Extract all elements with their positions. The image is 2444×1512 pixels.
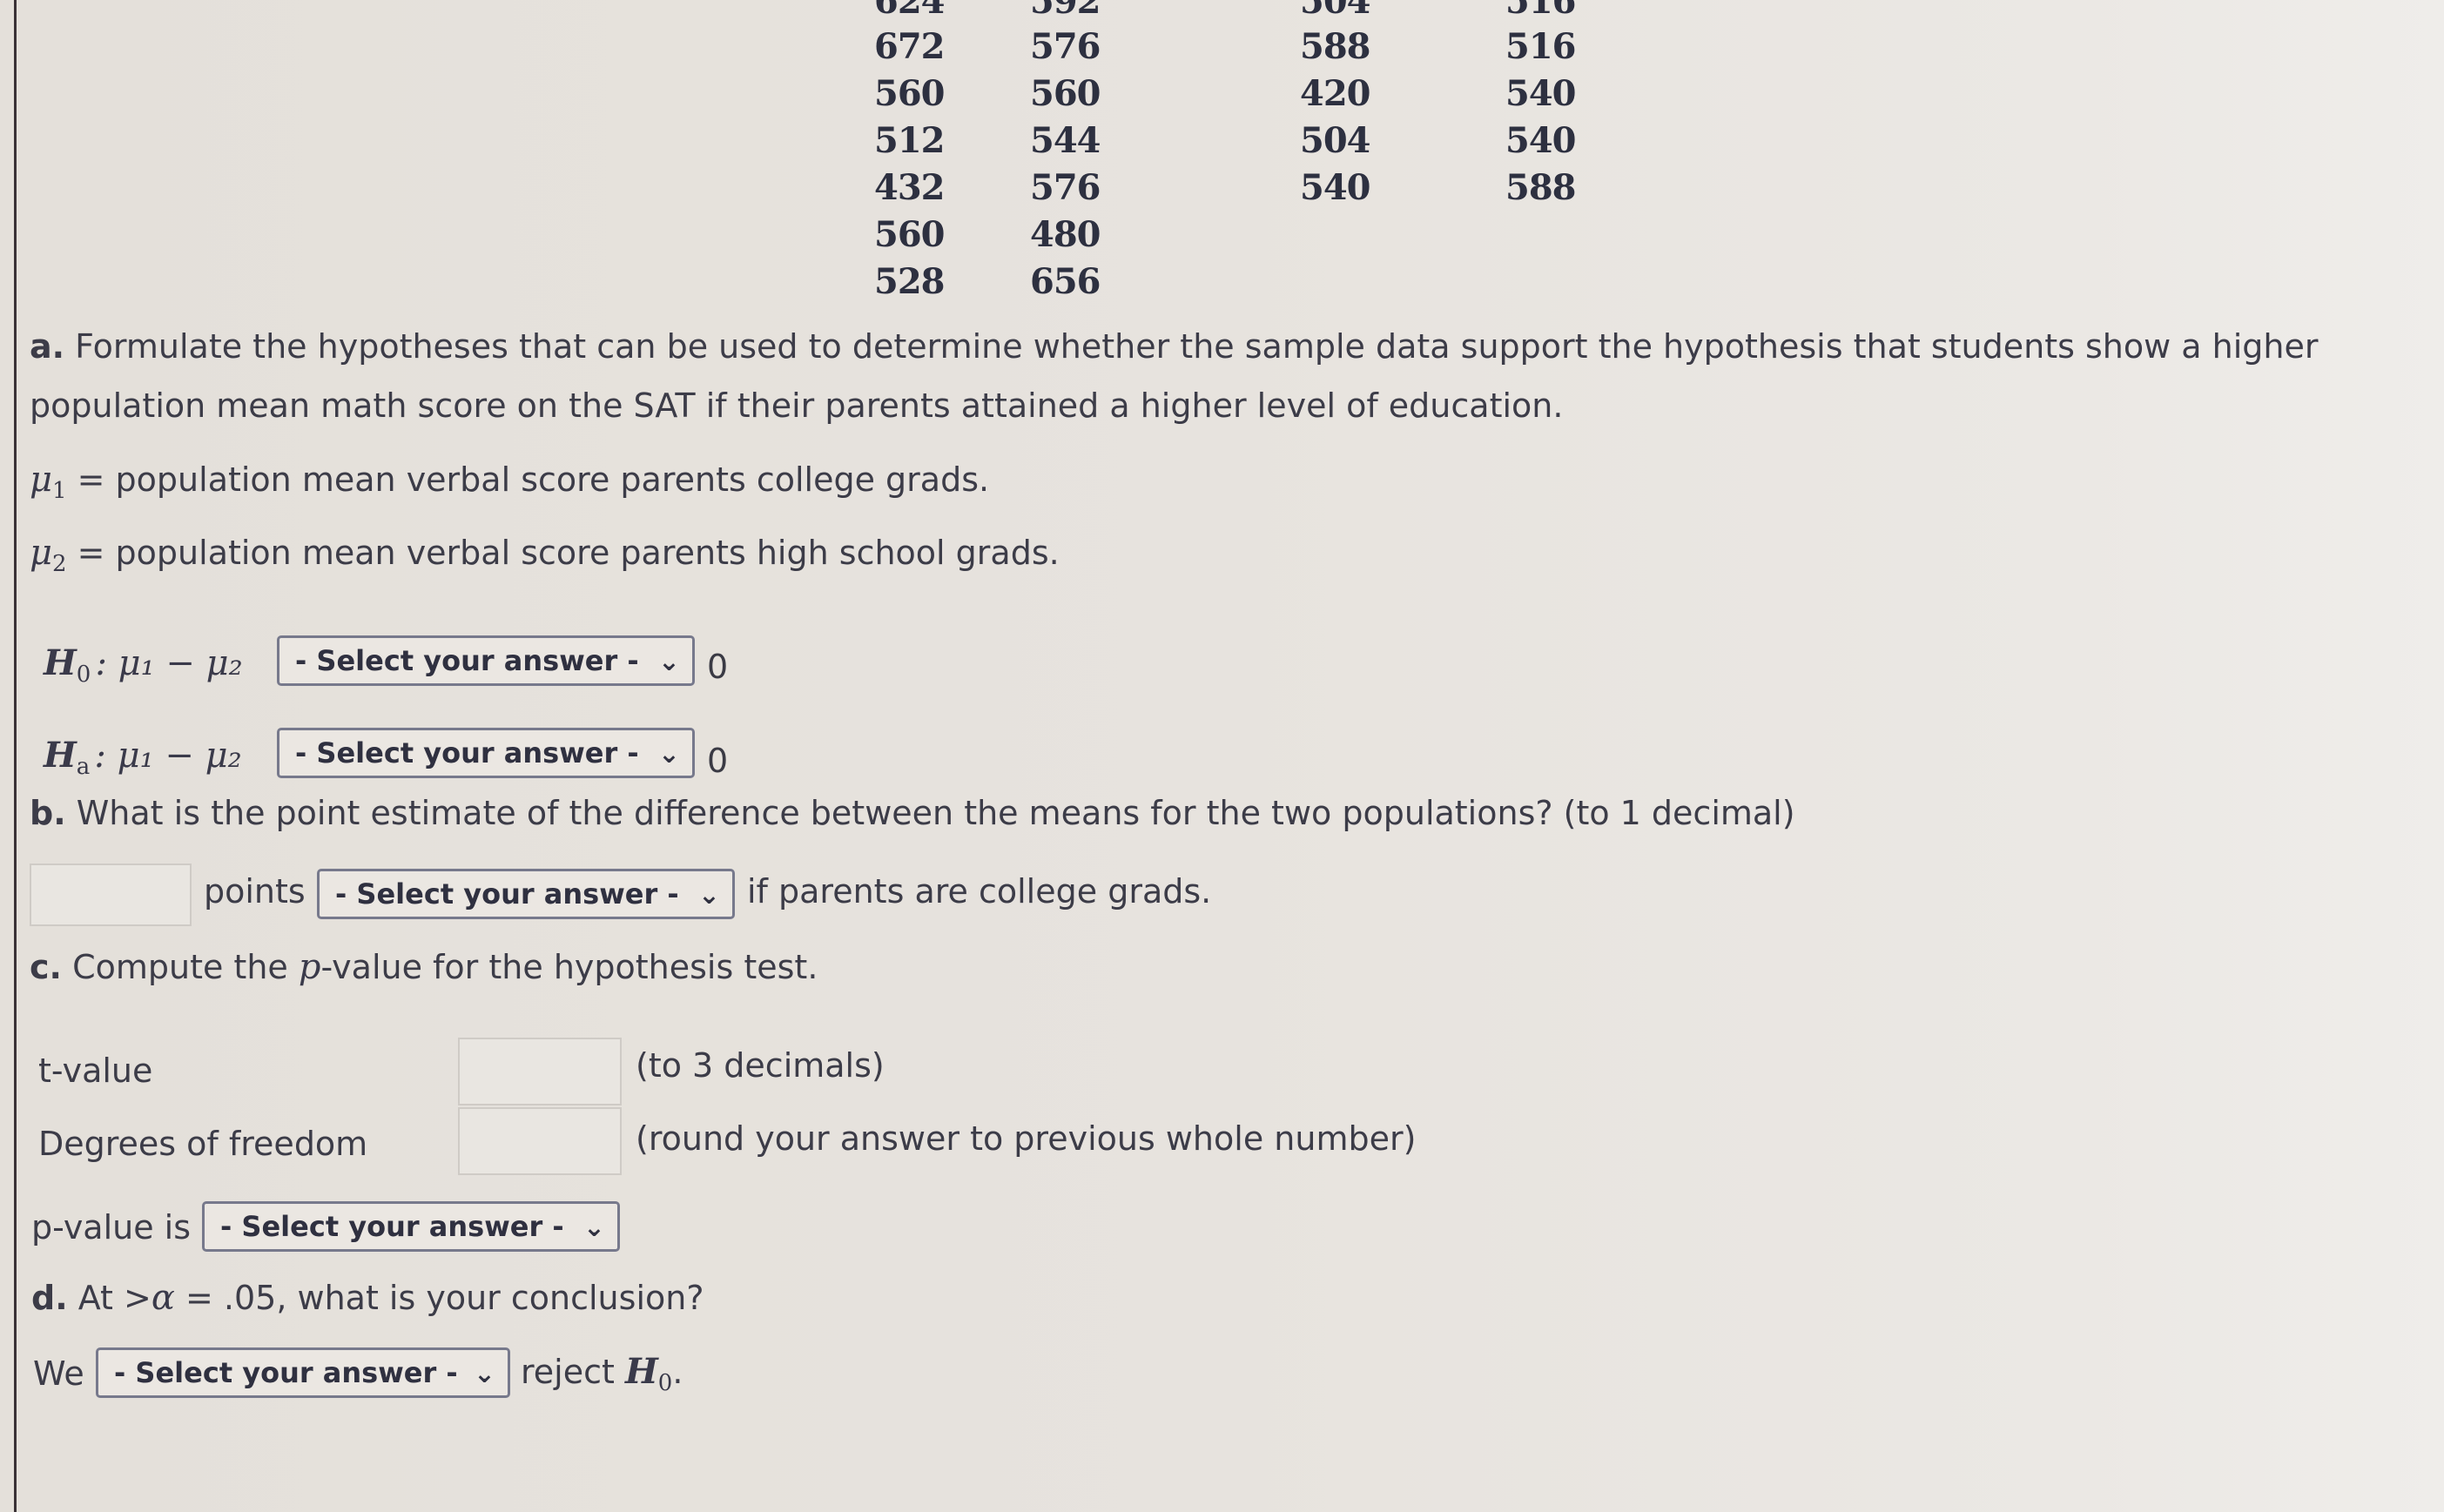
- p-value-select[interactable]: - Select your answer - ⌄: [202, 1201, 620, 1252]
- ha-label: Ha : μ₁ − μ₂: [44, 735, 242, 780]
- data-cell: 420: [1300, 73, 1370, 114]
- ha-expression: : μ₁ − μ₂: [94, 736, 242, 776]
- data-cell: 516: [1505, 26, 1576, 67]
- chevron-down-icon: ⌄: [697, 880, 720, 911]
- ha-select-value: - Select your answer -: [295, 736, 639, 769]
- chevron-down-icon: ⌄: [473, 1359, 495, 1389]
- chevron-down-icon: ⌄: [582, 1213, 605, 1243]
- part-a-label: a.: [30, 327, 65, 366]
- mu2-definition-text: = population mean verbal score parents h…: [77, 534, 1060, 572]
- h0-subscript: 0: [76, 662, 91, 688]
- data-cell: 560: [874, 214, 945, 255]
- dof-label: Degrees of freedom: [38, 1125, 368, 1163]
- part-a-question: a. Formulate the hypotheses that can be …: [30, 327, 2319, 366]
- data-cell: 588: [1300, 26, 1370, 67]
- data-cell-partial: 516: [1505, 0, 1576, 22]
- h0-expression: : μ₁ − μ₂: [95, 643, 243, 683]
- mu2-symbol: μ2: [30, 533, 67, 577]
- degrees-of-freedom-input[interactable]: [458, 1107, 622, 1175]
- data-cell: 540: [1300, 167, 1370, 208]
- mu1-definition-text: = population mean verbal score parents c…: [77, 460, 990, 499]
- t-value-hint: (to 3 decimals): [636, 1046, 885, 1085]
- h0-subscript: 0: [657, 1370, 673, 1396]
- p-symbol: p: [298, 947, 321, 987]
- mu2-definition: μ2 = population mean verbal score parent…: [30, 533, 1060, 577]
- part-b-label: b.: [30, 794, 66, 832]
- t-value-label: t-value: [38, 1052, 153, 1090]
- part-d-label: d.: [31, 1279, 68, 1317]
- dof-hint: (round your answer to previous whole num…: [636, 1119, 1417, 1158]
- point-estimate-direction-select[interactable]: - Select your answer - ⌄: [317, 869, 735, 919]
- data-cell: 560: [1030, 73, 1101, 114]
- ha-operator-select[interactable]: - Select your answer - ⌄: [277, 728, 695, 778]
- conclusion-select[interactable]: - Select your answer - ⌄: [96, 1347, 510, 1398]
- points-label: points: [204, 872, 306, 911]
- t-value-input[interactable]: [458, 1038, 622, 1105]
- p-value-label: p-value is: [31, 1208, 192, 1247]
- part-c-text-post: -value for the hypothesis test.: [320, 948, 818, 986]
- data-cell: 560: [874, 73, 945, 114]
- data-cell: 432: [874, 167, 945, 208]
- ha-symbol: H: [44, 735, 77, 776]
- data-cell: 656: [1030, 261, 1101, 302]
- chevron-down-icon: ⌄: [657, 739, 680, 769]
- data-cell: 672: [874, 26, 945, 67]
- h0-select-value: - Select your answer -: [295, 644, 639, 677]
- chevron-down-icon: ⌄: [657, 647, 680, 677]
- left-border-divider: [14, 0, 17, 1512]
- conclusion-select-value: - Select your answer -: [114, 1356, 458, 1389]
- part-a-text-line1: Formulate the hypotheses that can be use…: [75, 327, 2319, 366]
- ha-rhs-value: 0: [707, 742, 729, 780]
- we-label: We: [33, 1354, 84, 1393]
- direction-select-value: - Select your answer -: [335, 877, 679, 911]
- h0-operator-select[interactable]: - Select your answer - ⌄: [277, 635, 695, 686]
- part-d-text-post: = .05, what is your conclusion?: [174, 1279, 704, 1317]
- mu1-definition: μ1 = population mean verbal score parent…: [30, 460, 989, 504]
- data-cell: 544: [1030, 120, 1101, 161]
- h0-symbol: H: [625, 1351, 658, 1392]
- point-estimate-input[interactable]: [30, 864, 192, 926]
- part-c-question: c. Compute the p-value for the hypothesi…: [30, 947, 818, 987]
- data-cell: 576: [1030, 167, 1101, 208]
- part-b-question: b. What is the point estimate of the dif…: [30, 794, 1795, 832]
- data-cell: 512: [874, 120, 945, 161]
- part-a-text-line2: population mean math score on the SAT if…: [30, 386, 1564, 425]
- data-cell: 540: [1505, 120, 1576, 161]
- h0-symbol: H: [44, 642, 77, 683]
- data-cell: 480: [1030, 214, 1101, 255]
- part-d-text-pre: At >: [77, 1279, 151, 1317]
- data-cell: 528: [874, 261, 945, 302]
- mu1-symbol: μ1: [30, 460, 67, 504]
- ha-subscript: a: [76, 754, 91, 780]
- conclusion-suffix: reject H0.: [521, 1351, 683, 1396]
- data-cell: 504: [1300, 120, 1370, 161]
- data-cell: 576: [1030, 26, 1101, 67]
- part-c-text-pre: Compute the: [72, 948, 299, 986]
- part-b-suffix: if parents are college grads.: [747, 872, 1212, 911]
- data-cell-partial: 592: [1030, 0, 1101, 22]
- data-cell: 588: [1505, 167, 1576, 208]
- data-cell-partial: 504: [1300, 0, 1370, 22]
- data-cell-partial: 624: [874, 0, 945, 22]
- h0-label: H0 : μ₁ − μ₂: [44, 642, 243, 688]
- part-d-question: d. At >α = .05, what is your conclusion?: [31, 1278, 704, 1318]
- p-value-select-value: - Select your answer -: [220, 1210, 564, 1243]
- reject-text: reject: [521, 1353, 615, 1391]
- part-b-text: What is the point estimate of the differ…: [76, 794, 1795, 832]
- part-c-label: c.: [30, 948, 62, 986]
- data-cell: 540: [1505, 73, 1576, 114]
- alpha-symbol: α: [151, 1278, 175, 1318]
- h0-rhs-value: 0: [707, 648, 729, 686]
